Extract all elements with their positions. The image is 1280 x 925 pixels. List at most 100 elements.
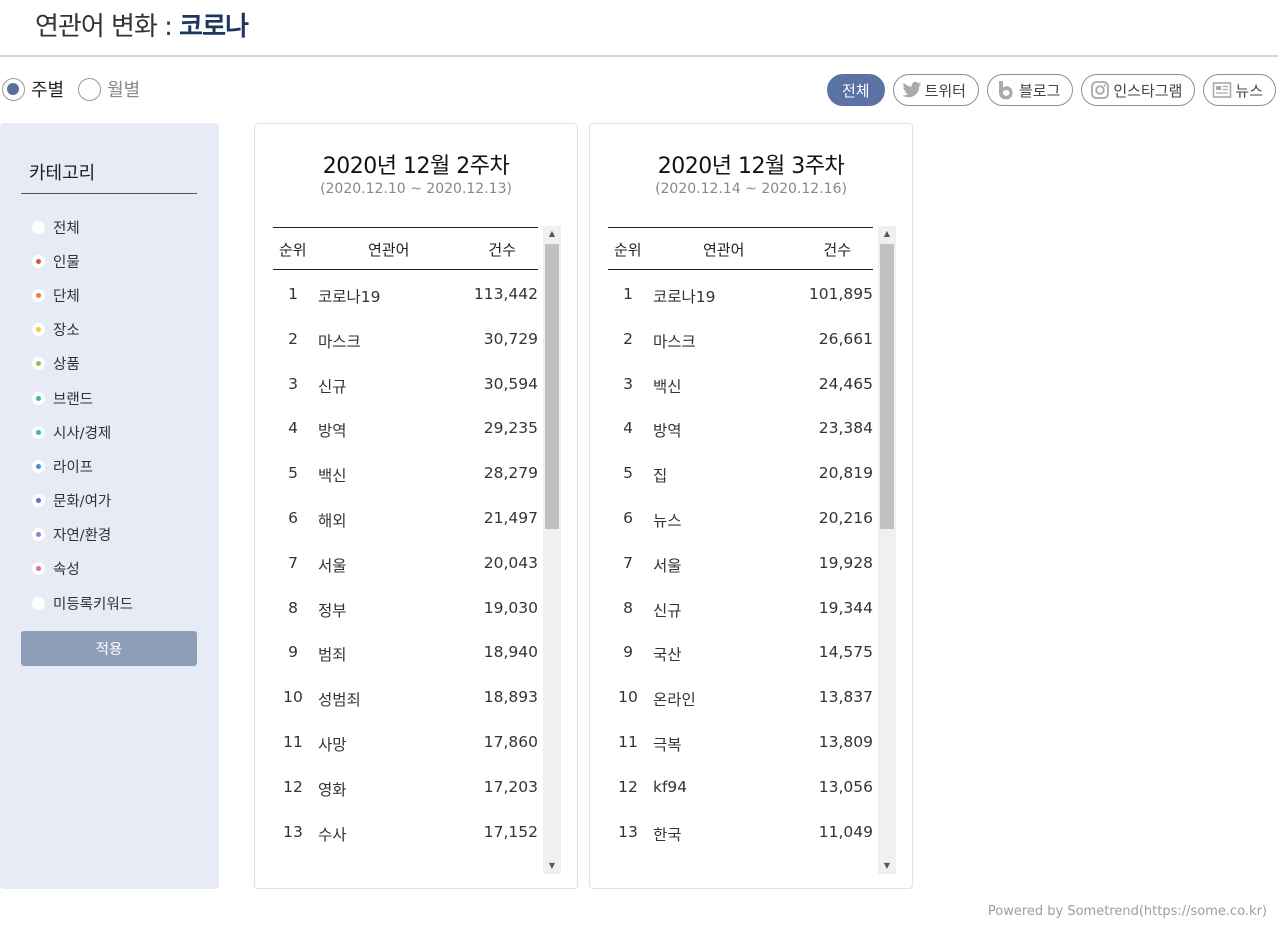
source-instagram-button[interactable]: 인스타그램 [1081, 74, 1196, 106]
category-label: 전체 [53, 220, 80, 237]
table-row[interactable]: 6 해외 21,497 [273, 496, 538, 541]
table-body: 1 코로나19 113,442 2 마스크 30,729 3 신규 30,594 4 방역 29,23… [273, 272, 538, 872]
table-row[interactable]: 4 방역 23,384 [608, 406, 873, 451]
table-row[interactable]: 9 범죄 18,940 [273, 630, 538, 675]
rank-cell: 8 [288, 598, 298, 617]
scroll-thumb[interactable] [880, 244, 894, 529]
source-twitter-label: 트위터 [924, 81, 966, 100]
table-row[interactable]: 7 서울 20,043 [273, 541, 538, 586]
rank-cell: 2 [623, 329, 633, 348]
news-icon [1212, 80, 1232, 100]
count-cell: 11,049 [818, 822, 873, 841]
scroll-up-arrow[interactable]: ▲ [878, 226, 896, 242]
count-cell: 23,384 [818, 419, 873, 438]
table-row[interactable]: 13 수사 17,152 [273, 810, 538, 855]
category-item[interactable]: 시사/경제 [32, 415, 133, 449]
table-row[interactable]: 10 온라인 13,837 [608, 675, 873, 720]
table-row[interactable]: 8 신규 19,344 [608, 586, 873, 631]
radio-circle [2, 77, 25, 101]
count-cell: 21,497 [483, 509, 538, 527]
table-row[interactable]: 6 뉴스 20,216 [608, 496, 873, 541]
category-dot-icon [32, 459, 45, 473]
source-instagram-label: 인스타그램 [1113, 81, 1183, 100]
count-cell: 13,837 [818, 688, 873, 707]
table-row[interactable]: 11 사망 17,860 [273, 720, 538, 765]
rank-cell: 6 [623, 509, 633, 527]
scroll-down-arrow[interactable]: ▼ [878, 858, 896, 874]
period-weekly-radio[interactable]: 주별 [2, 76, 64, 102]
table-row[interactable]: 1 코로나19 113,442 [273, 272, 538, 317]
keyword-cell: 해외 [318, 512, 347, 530]
category-item[interactable]: 장소 [32, 313, 133, 347]
table-row[interactable]: 12 kf94 13,056 [608, 765, 873, 810]
category-label: 자연/환경 [53, 528, 112, 545]
category-dot-icon [32, 323, 45, 337]
table-row[interactable]: 12 영화 17,203 [273, 765, 538, 810]
table-scrollbar[interactable]: ▲ ▼ [543, 226, 561, 874]
table-row[interactable]: 1 코로나19 101,895 [608, 272, 873, 317]
table-row[interactable]: 3 신규 30,594 [273, 362, 538, 407]
category-item[interactable]: 문화/여가 [32, 484, 133, 518]
count-cell: 19,928 [818, 553, 873, 572]
rank-cell: 9 [623, 643, 633, 662]
twitter-icon [902, 80, 922, 100]
source-news-label: 뉴스 [1235, 81, 1263, 100]
category-dot-icon [32, 562, 45, 576]
table-row[interactable]: 9 국산 14,575 [608, 630, 873, 675]
page-header: 연관어 변화 : 코로나 [0, 0, 1278, 57]
category-label: 미등록키워드 [53, 596, 134, 613]
category-item[interactable]: 단체 [32, 278, 133, 312]
source-news-button[interactable]: 뉴스 [1203, 74, 1276, 106]
rank-cell: 8 [623, 598, 633, 617]
category-item[interactable]: 인물 [32, 244, 133, 278]
table-row[interactable]: 4 방역 29,235 [273, 406, 538, 451]
rank-cell: 13 [283, 822, 303, 841]
category-item[interactable]: 상품 [32, 347, 133, 381]
category-dot-icon [32, 425, 45, 439]
count-cell: 20,043 [483, 553, 538, 572]
apply-button[interactable]: 적용 [21, 631, 197, 666]
table-row[interactable]: 3 백신 24,465 [608, 362, 873, 407]
scroll-up-arrow[interactable]: ▲ [543, 226, 561, 242]
table-row[interactable]: 5 집 20,819 [608, 451, 873, 496]
category-item[interactable]: 미등록키워드 [32, 586, 133, 620]
rank-cell: 4 [623, 419, 633, 438]
rank-cell: 7 [288, 553, 298, 572]
keyword-cell: kf94 [653, 777, 688, 796]
keyword-cell: 서울 [318, 556, 347, 575]
count-cell: 28,279 [483, 464, 538, 483]
category-item[interactable]: 속성 [32, 552, 133, 586]
source-twitter-button[interactable]: 트위터 [892, 74, 979, 106]
source-all-button[interactable]: 전체 [826, 74, 885, 106]
table-scrollbar[interactable]: ▲ ▼ [878, 226, 896, 874]
source-blog-button[interactable]: 블로그 [986, 74, 1074, 106]
rank-cell: 10 [283, 688, 303, 707]
category-dot-icon [32, 288, 45, 302]
table-row[interactable]: 2 마스크 30,729 [273, 317, 538, 362]
category-item[interactable]: 브랜드 [32, 381, 133, 415]
period-monthly-radio[interactable]: 월별 [78, 76, 140, 102]
table-row[interactable]: 11 극복 13,809 [608, 720, 873, 765]
table-row[interactable]: 8 정부 19,030 [273, 586, 538, 631]
period-weekly-label: 주별 [31, 80, 65, 101]
count-cell: 29,235 [483, 419, 538, 438]
column-header-word: 연관어 [368, 241, 410, 259]
category-dot-icon [32, 357, 45, 371]
category-item[interactable]: 전체 [32, 210, 133, 244]
table-row[interactable]: 7 서울 19,928 [608, 541, 873, 586]
table-body: 1 코로나19 101,895 2 마스크 26,661 3 백신 24,465 4 방역 23,38… [608, 272, 873, 872]
category-dot-icon [32, 494, 45, 508]
category-item[interactable]: 라이프 [32, 449, 133, 483]
category-item[interactable]: 자연/환경 [32, 518, 133, 552]
count-cell: 19,030 [483, 598, 538, 617]
panel-title: 2020년 12월 3주차 [657, 154, 845, 179]
keyword-cell: 범죄 [318, 646, 347, 665]
table-row[interactable]: 13 한국 11,049 [608, 810, 873, 855]
scroll-thumb[interactable] [545, 244, 559, 529]
rank-cell: 11 [618, 733, 638, 751]
table-row[interactable]: 2 마스크 26,661 [608, 317, 873, 362]
scroll-down-arrow[interactable]: ▼ [543, 858, 561, 874]
table-row[interactable]: 5 백신 28,279 [273, 451, 538, 496]
rank-cell: 1 [288, 285, 298, 303]
table-row[interactable]: 10 성범죄 18,893 [273, 675, 538, 720]
